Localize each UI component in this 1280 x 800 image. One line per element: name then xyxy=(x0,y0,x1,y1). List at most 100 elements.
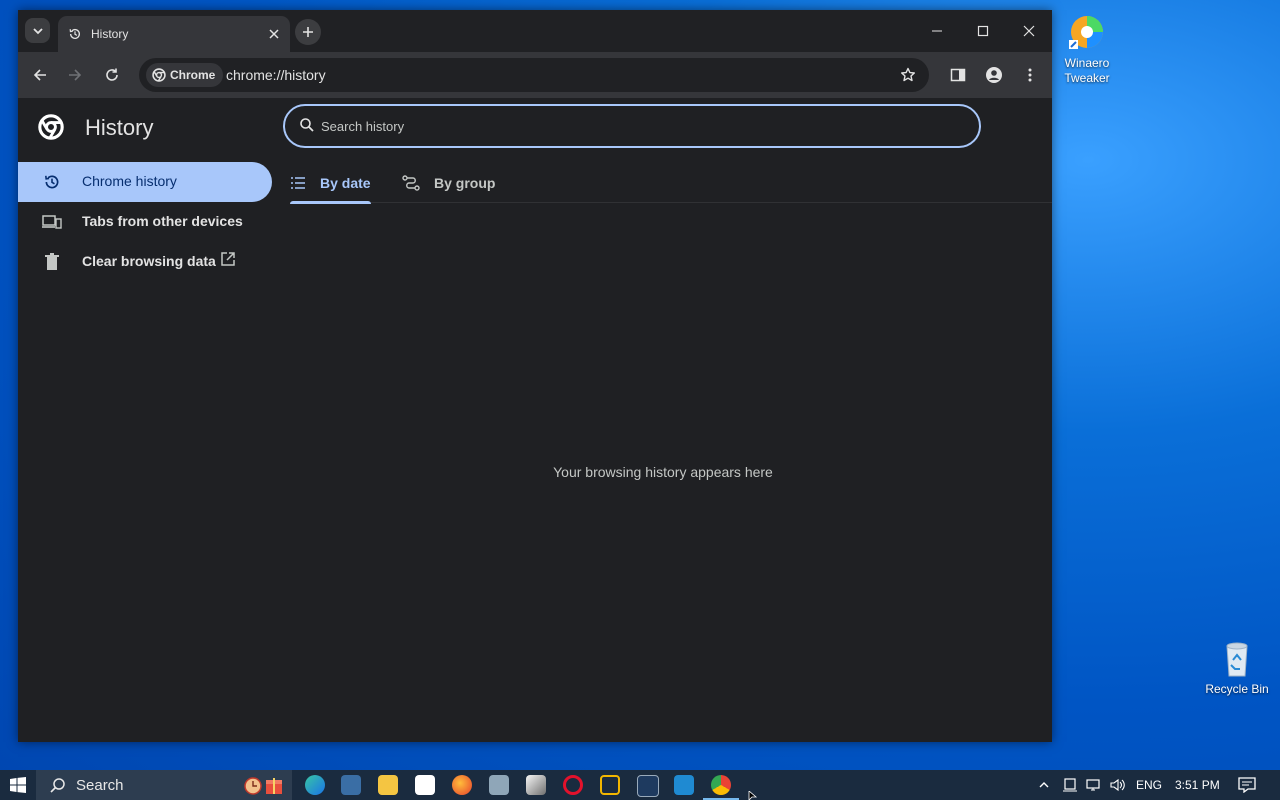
journeys-icon xyxy=(402,175,420,191)
taskbar-search[interactable]: Search xyxy=(36,770,292,800)
chevron-down-icon xyxy=(32,27,43,34)
address-bar[interactable]: Chrome chrome://history xyxy=(139,58,929,92)
side-panel-button[interactable] xyxy=(946,63,970,87)
firefox-icon[interactable] xyxy=(452,775,472,795)
more-vert-icon xyxy=(1028,68,1032,82)
sidebar-item-label: Chrome history xyxy=(82,173,177,189)
language-label: ENG xyxy=(1136,778,1163,792)
network-status[interactable] xyxy=(1062,770,1078,800)
star-icon xyxy=(901,67,915,82)
browser-toolbar: Chrome chrome://history xyxy=(18,52,1052,98)
desktop-icon-winaero-tweaker[interactable]: Winaero Tweaker xyxy=(1052,12,1122,86)
history-page: History Chrome history Tabs from other d… xyxy=(18,98,1052,742)
desktop-icon-label: Recycle Bin xyxy=(1205,682,1269,696)
desktop-icon-label: Winaero Tweaker xyxy=(1064,56,1110,85)
sidebar-item-clear-browsing-data[interactable]: Clear browsing data xyxy=(18,242,272,282)
chrome-icon[interactable] xyxy=(711,775,731,795)
trash-icon xyxy=(42,252,62,272)
open-in-new-icon xyxy=(220,251,236,270)
language-indicator[interactable]: ENG xyxy=(1136,770,1162,800)
page-title: History xyxy=(85,115,154,140)
show-hidden-icons[interactable] xyxy=(1038,770,1050,800)
sidebar-item-label: Tabs from other devices xyxy=(82,213,243,229)
clock-time: 3:51 PM xyxy=(1175,778,1220,792)
recycle-bin-icon xyxy=(1217,638,1257,678)
profile-button[interactable] xyxy=(982,63,1006,87)
list-icon xyxy=(290,176,306,190)
desktop-icon-recycle-bin[interactable]: Recycle Bin xyxy=(1202,638,1272,697)
history-icon xyxy=(67,26,83,42)
close-window-button[interactable] xyxy=(1006,10,1052,52)
tab-by-date[interactable]: By date xyxy=(290,164,371,204)
arrow-left-icon xyxy=(33,69,46,81)
visual-studio-icon[interactable] xyxy=(637,775,659,797)
devices-icon xyxy=(42,212,62,232)
close-tab-icon[interactable] xyxy=(264,24,284,44)
taskbar-search-label: Search xyxy=(76,776,124,794)
empty-state-message: Your browsing history appears here xyxy=(553,464,773,480)
notepad-icon[interactable] xyxy=(341,775,361,795)
start-button[interactable] xyxy=(0,770,36,800)
search-highlight-icon xyxy=(244,777,282,795)
tab-label: By group xyxy=(434,175,496,191)
tab-by-group[interactable]: By group xyxy=(402,164,495,202)
history-icon xyxy=(42,172,62,192)
side-panel-icon xyxy=(950,68,966,82)
menu-button[interactable] xyxy=(1018,63,1042,87)
sidebar-nav: Chrome history Tabs from other devices C… xyxy=(18,162,272,282)
browser-window: History Chrome chrome://history History … xyxy=(18,10,1052,742)
back-button[interactable] xyxy=(28,63,52,87)
file-explorer-icon[interactable] xyxy=(378,775,398,795)
tab-search-button[interactable] xyxy=(25,18,50,43)
search-icon xyxy=(299,117,315,138)
maximize-icon xyxy=(977,25,989,37)
sidebar-item-label: Clear browsing data xyxy=(82,253,216,269)
speaker-icon xyxy=(1110,778,1125,792)
chrome-logo-icon xyxy=(38,114,64,145)
tab-strip: History xyxy=(18,10,1052,52)
vscode-icon[interactable] xyxy=(674,775,694,795)
search-icon xyxy=(50,778,65,793)
arrow-right-icon xyxy=(69,69,82,81)
minimize-button[interactable] xyxy=(914,10,960,52)
mail-icon[interactable] xyxy=(489,775,509,795)
forward-button[interactable] xyxy=(63,63,87,87)
chevron-up-icon xyxy=(1039,782,1049,788)
tab-title: History xyxy=(91,27,129,41)
snipping-tool-icon[interactable] xyxy=(600,775,620,795)
site-chip-label: Chrome xyxy=(170,68,216,82)
reload-button[interactable] xyxy=(100,63,124,87)
device-icon xyxy=(1063,778,1077,792)
edge-icon[interactable] xyxy=(305,775,325,795)
view-tabs: By date By group xyxy=(290,164,1052,204)
tab-history[interactable]: History xyxy=(58,16,290,52)
notification-icon xyxy=(1238,777,1256,793)
winaero-tweaker-icon xyxy=(1067,12,1107,52)
mouse-cursor-icon xyxy=(748,791,758,800)
volume-button[interactable] xyxy=(1110,770,1126,800)
store-icon[interactable] xyxy=(415,775,435,795)
profile-icon xyxy=(986,67,1002,83)
site-info-chip[interactable]: Chrome xyxy=(146,63,224,87)
chrome-logo-icon xyxy=(152,68,166,82)
paint-icon[interactable] xyxy=(526,775,546,795)
search-input[interactable] xyxy=(319,114,923,138)
clock[interactable]: 3:51 PM xyxy=(1175,770,1220,800)
new-tab-button[interactable] xyxy=(295,19,321,45)
windows-logo-icon xyxy=(10,777,26,793)
url-text: chrome://history xyxy=(226,67,326,83)
sidebar-item-chrome-history[interactable]: Chrome history xyxy=(18,162,272,202)
search-box[interactable] xyxy=(283,104,981,148)
close-icon xyxy=(1023,25,1035,37)
network-icon xyxy=(1086,779,1100,791)
maximize-button[interactable] xyxy=(960,10,1006,52)
bookmark-button[interactable] xyxy=(896,63,920,87)
reload-icon xyxy=(106,68,118,81)
opera-icon[interactable] xyxy=(563,775,583,795)
minimize-icon xyxy=(932,30,942,32)
action-center-button[interactable] xyxy=(1238,770,1256,800)
plus-icon xyxy=(303,27,313,37)
tab-label: By date xyxy=(320,175,371,191)
network-icon-button[interactable] xyxy=(1086,770,1102,800)
sidebar-item-tabs-from-other-devices[interactable]: Tabs from other devices xyxy=(18,202,272,242)
